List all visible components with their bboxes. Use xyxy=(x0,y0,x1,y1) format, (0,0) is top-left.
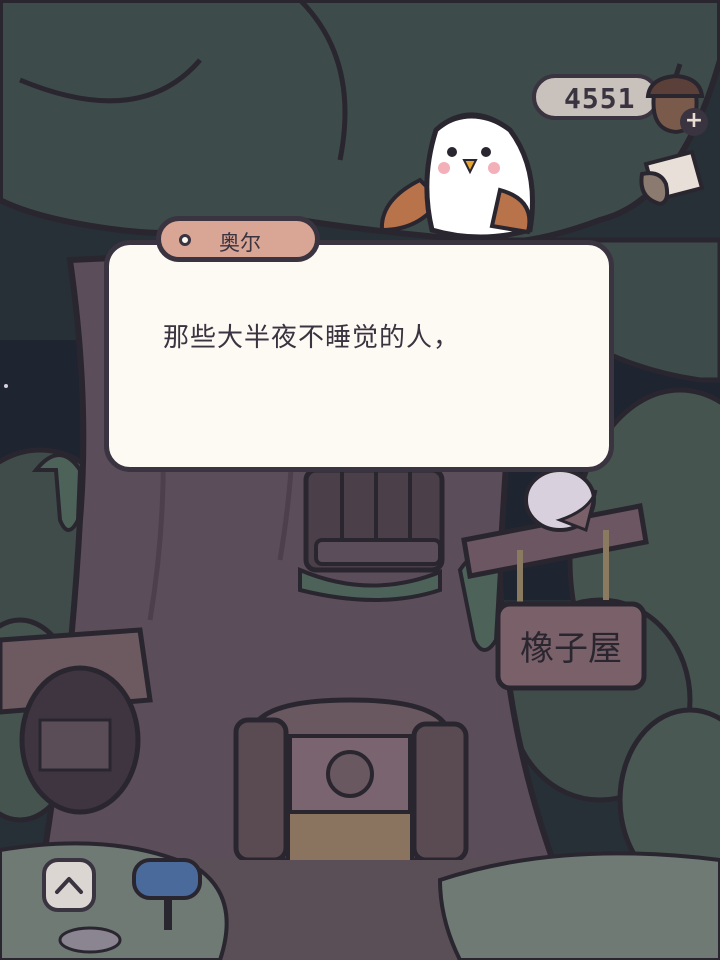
sign-text: 橡子屋 xyxy=(520,629,622,669)
coupon-icon[interactable] xyxy=(636,148,706,212)
dialog-box[interactable]: 那些大半夜不睡觉的人， xyxy=(104,240,614,472)
small-owl xyxy=(524,468,598,533)
chevron-up-icon xyxy=(55,877,83,894)
front-door xyxy=(233,697,469,864)
name-tag-dot-icon xyxy=(179,234,191,246)
ground xyxy=(0,841,720,960)
currency-value: 4551 xyxy=(564,82,636,115)
dialog-text: 那些大半夜不睡觉的人， xyxy=(163,323,461,353)
sign-text-layer: 橡子屋 xyxy=(520,629,622,669)
speaker-name: 奥尔 xyxy=(219,231,261,255)
add-currency-button[interactable]: + xyxy=(680,108,708,136)
expand-menu-button[interactable] xyxy=(42,858,96,912)
speaker-name-tag: 奥尔 xyxy=(156,216,320,262)
game-scene-background xyxy=(0,0,720,960)
